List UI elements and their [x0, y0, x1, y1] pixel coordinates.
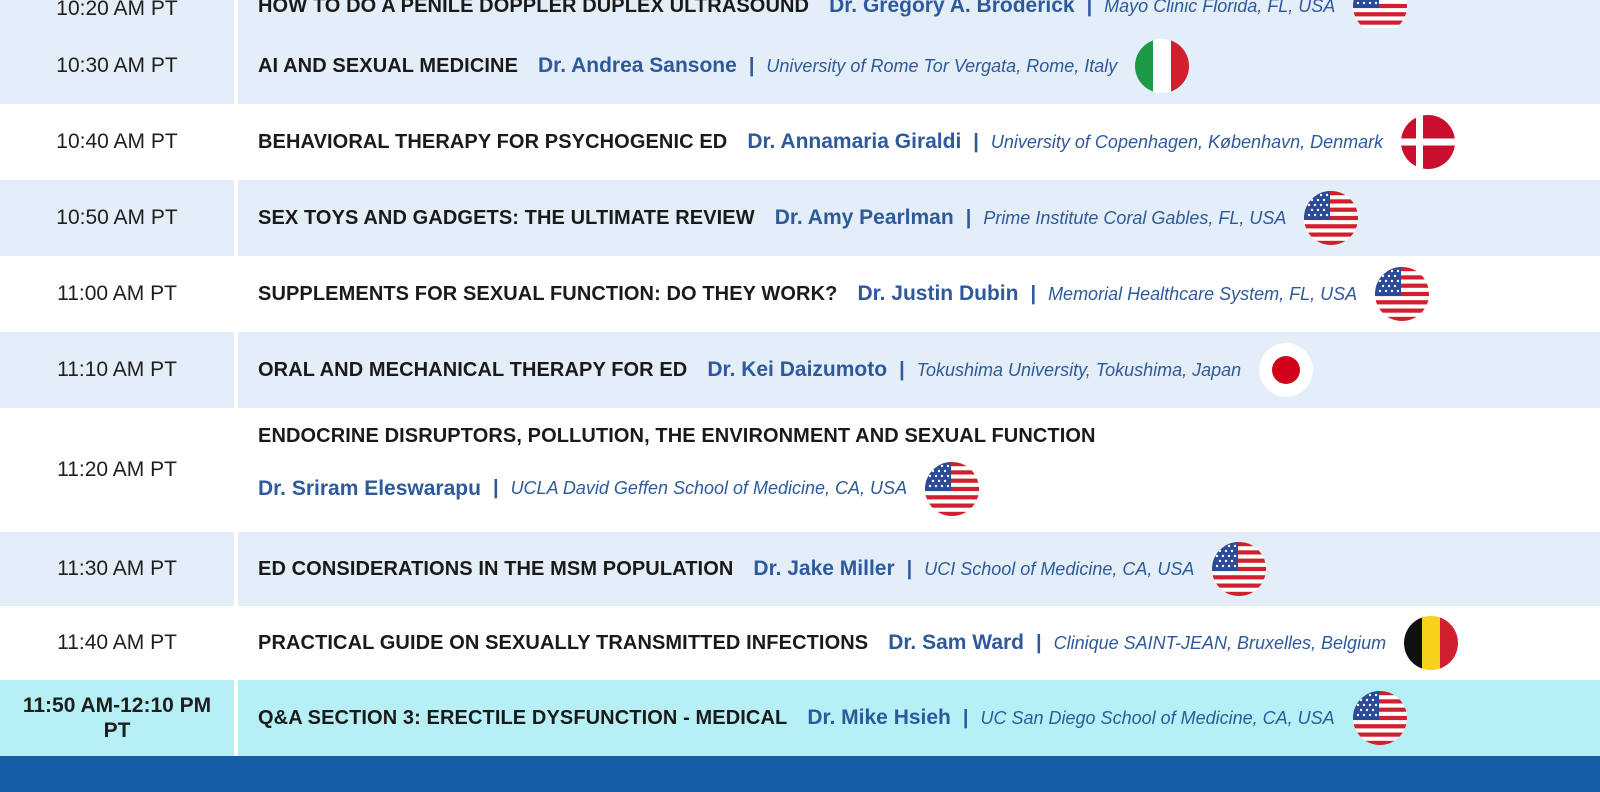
session-time: 11:10 AM PT [0, 332, 234, 408]
session-row: 11:40 AM PT PRACTICAL GUIDE ON SEXUALLY … [0, 606, 1600, 680]
session-content: ENDOCRINE DISRUPTORS, POLLUTION, THE ENV… [238, 408, 1600, 532]
session-title: ED CONSIDERATIONS IN THE MSM POPULATION [258, 557, 734, 580]
speaker-name: Dr. Justin Dubin [857, 282, 1019, 305]
session-title: PRACTICAL GUIDE ON SEXUALLY TRANSMITTED … [258, 631, 869, 654]
session-content: ORAL AND MECHANICAL THERAPY FOR ED Dr. K… [238, 332, 1600, 408]
session-time: 10:40 AM PT [56, 130, 178, 154]
usa-flag-icon [1212, 542, 1267, 596]
qa-session-row: 11:50 AM-12:10 PM PT Q&A SECTION 3: EREC… [0, 680, 1600, 756]
session-row: 10:40 AM PT BEHAVIORAL THERAPY FOR PSYCH… [0, 104, 1600, 180]
session-content: Q&A SECTION 3: ERECTILE DYSFUNCTION - ME… [238, 680, 1600, 756]
separator: | [973, 130, 979, 153]
session-content: BEHAVIORAL THERAPY FOR PSYCHOGENIC ED Dr… [238, 104, 1600, 180]
footer-bar [0, 756, 1600, 792]
separator: | [906, 557, 913, 580]
session-title: ORAL AND MECHANICAL THERAPY FOR ED [258, 358, 688, 381]
belgium-flag-icon [1404, 616, 1459, 670]
session-content: SUPPLEMENTS FOR SEXUAL FUNCTION: DO THEY… [238, 256, 1600, 332]
usa-flag-icon [1375, 267, 1430, 321]
session-title: SUPPLEMENTS FOR SEXUAL FUNCTION: DO THEY… [258, 282, 838, 305]
affiliation: Clinique SAINT-JEAN, Bruxelles, Belgium [1053, 632, 1387, 653]
session-row: 11:20 AM PT ENDOCRINE DISRUPTORS, POLLUT… [0, 408, 1600, 532]
session-row: 11:00 AM PT SUPPLEMENTS FOR SEXUAL FUNCT… [0, 256, 1600, 332]
session-time: 11:50 AM-12:10 PM PT [0, 680, 234, 756]
session-content: AI AND SEXUAL MEDICINE Dr. Andrea Sanson… [238, 28, 1600, 104]
separator: | [492, 477, 499, 499]
usa-flag-icon [1304, 191, 1359, 245]
speaker-name: Dr. Jake Miller [753, 557, 895, 580]
speaker-name: Dr. Gregory A. Broderick [829, 0, 1075, 17]
session-title-line: ENDOCRINE DISRUPTORS, POLLUTION, THE ENV… [258, 425, 1096, 448]
denmark-flag-icon [1401, 115, 1456, 169]
session-title: SEX TOYS AND GADGETS: THE ULTIMATE REVIE… [258, 206, 755, 229]
affiliation: University of Rome Tor Vergata, Rome, It… [766, 55, 1118, 76]
speaker-name: Dr. Annamaria Giraldi [747, 130, 962, 153]
session-title: BEHAVIORAL THERAPY FOR PSYCHOGENIC ED [258, 130, 728, 153]
session-title: AI AND SEXUAL MEDICINE [258, 54, 519, 77]
separator: | [1036, 631, 1042, 654]
session-content: HOW TO DO A PENILE DOPPLER DUPLEX ULTRAS… [238, 0, 1600, 33]
italy-flag-icon [1135, 39, 1190, 93]
session-row: 10:30 AM PT AI AND SEXUAL MEDICINE Dr. A… [0, 28, 1600, 104]
usa-flag-icon [925, 461, 980, 516]
session-time: 11:20 AM PT [57, 458, 177, 482]
session-title: HOW TO DO A PENILE DOPPLER DUPLEX ULTRAS… [258, 0, 810, 17]
session-row: 10:20 AM PT HOW TO DO A PENILE DOPPLER D… [0, 0, 1600, 33]
affiliation: Mayo Clinic Florida, FL, USA [1104, 0, 1336, 16]
session-row: 11:30 AM PT ED CONSIDERATIONS IN THE MSM… [0, 532, 1600, 606]
session-title: Q&A SECTION 3: ERECTILE DYSFUNCTION - ME… [258, 706, 788, 729]
japan-flag-icon [1259, 343, 1314, 397]
speaker-name: Dr. Andrea Sansone [538, 54, 737, 77]
separator: | [965, 206, 972, 229]
affiliation: Prime Institute Coral Gables, FL, USA [983, 207, 1287, 228]
session-row: 11:10 AM PT ORAL AND MECHANICAL THERAPY … [0, 332, 1600, 408]
session-row: 10:50 AM PT SEX TOYS AND GADGETS: THE UL… [0, 180, 1600, 256]
session-time: 10:20 AM PT [0, 0, 234, 28]
speaker-name: Dr. Amy Pearlman [774, 206, 954, 229]
session-content: PRACTICAL GUIDE ON SEXUALLY TRANSMITTED … [238, 606, 1600, 680]
separator: | [962, 706, 969, 729]
affiliation: Memorial Healthcare System, FL, USA [1048, 283, 1358, 304]
session-content: SEX TOYS AND GADGETS: THE ULTIMATE REVIE… [238, 180, 1600, 256]
session-time: 11:30 AM PT [0, 532, 234, 606]
separator: | [748, 54, 755, 77]
speaker-name: Dr. Mike Hsieh [807, 706, 951, 729]
session-time: 10:30 AM PT [0, 28, 234, 104]
usa-flag-icon [1352, 691, 1407, 745]
speaker-name: Dr. Sam Ward [888, 631, 1024, 654]
session-speaker-line: Dr. Sriram Eleswarapu | UCLA David Geffe… [258, 461, 980, 516]
session-time: 11:40 AM PT [57, 631, 177, 655]
session-time: 11:00 AM PT [57, 282, 177, 306]
session-title: ENDOCRINE DISRUPTORS, POLLUTION, THE ENV… [258, 424, 1096, 447]
affiliation: UCLA David Geffen School of Medicine, CA… [510, 478, 908, 498]
speaker-name: Dr. Sriram Eleswarapu [258, 476, 481, 500]
speaker-name: Dr. Kei Daizumoto [707, 358, 888, 381]
affiliation: University of Copenhagen, København, Den… [990, 131, 1384, 152]
separator: | [899, 358, 905, 381]
affiliation: UCI School of Medicine, CA, USA [924, 558, 1195, 579]
separator: | [1030, 282, 1037, 305]
affiliation: Tokushima University, Tokushima, Japan [916, 359, 1242, 380]
session-content: ED CONSIDERATIONS IN THE MSM POPULATION … [238, 532, 1600, 606]
affiliation: UC San Diego School of Medicine, CA, USA [980, 707, 1335, 728]
separator: | [1086, 0, 1093, 17]
session-time: 10:50 AM PT [0, 180, 234, 256]
